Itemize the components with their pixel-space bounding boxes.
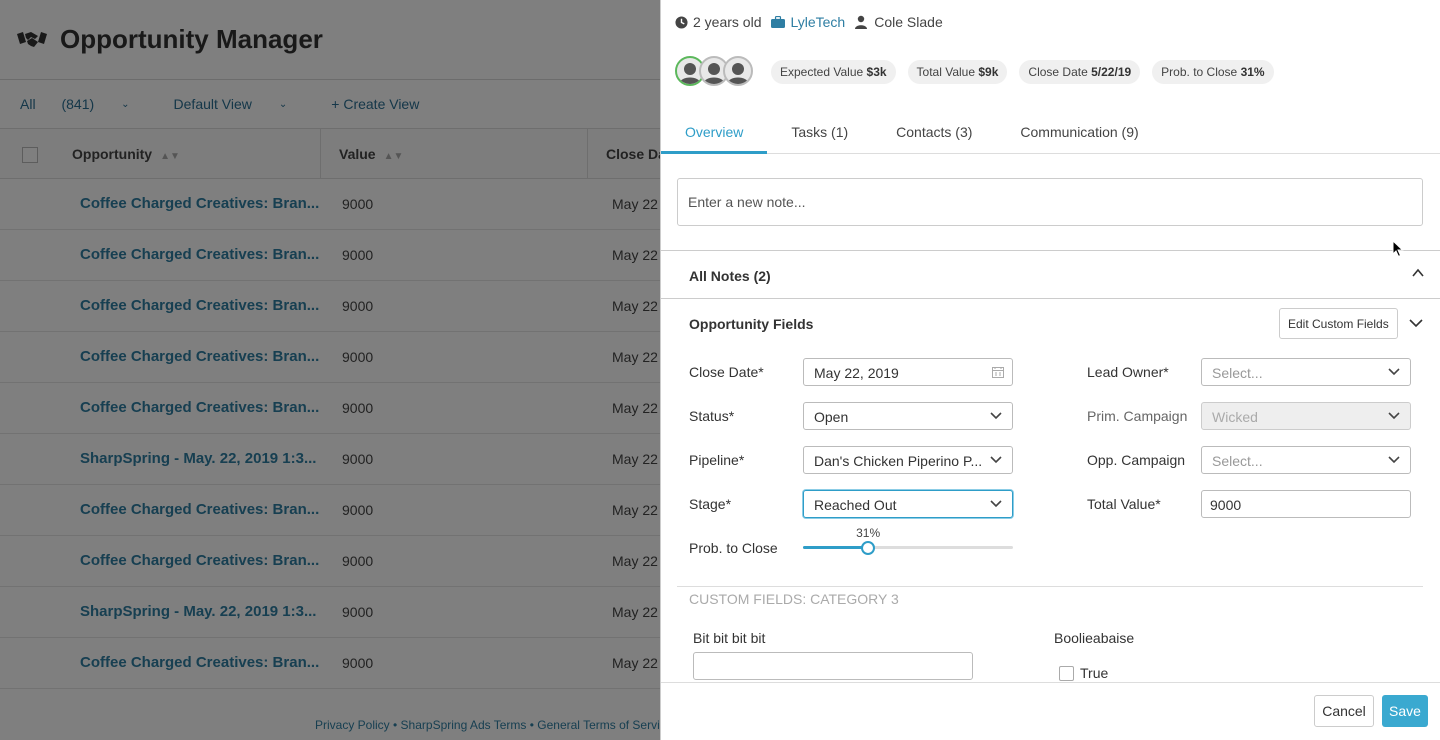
pipeline-label: Pipeline* bbox=[689, 452, 745, 468]
briefcase-icon bbox=[771, 16, 786, 28]
true-checkbox-label: True bbox=[1080, 665, 1109, 681]
expected-value-pill: Expected Value $3k bbox=[771, 60, 896, 84]
close-date-pill: Close Date 5/22/19 bbox=[1019, 60, 1141, 84]
bit-field-input[interactable] bbox=[693, 652, 973, 680]
pipeline-select[interactable]: Dan's Chicken Piperino P... bbox=[803, 446, 1013, 474]
chevron-down-icon bbox=[1388, 368, 1400, 376]
close-date-label: Close Date* bbox=[689, 364, 764, 380]
user-icon bbox=[855, 15, 868, 29]
lead-owner-select[interactable]: Select... bbox=[1201, 358, 1411, 386]
custom-fields-heading: CUSTOM FIELDS: CATEGORY 3 bbox=[689, 591, 899, 607]
total-value-label: Total Value* bbox=[1087, 496, 1161, 512]
opportunity-fields-heading: Opportunity Fields bbox=[689, 316, 814, 332]
drawer-footer: Cancel Save bbox=[661, 682, 1440, 740]
chevron-down-icon bbox=[990, 412, 1002, 420]
status-select[interactable]: Open bbox=[803, 402, 1013, 430]
prob-to-close-label: Prob. to Close bbox=[689, 540, 778, 556]
clock-icon bbox=[675, 15, 688, 29]
bit-field-label: Bit bit bit bit bbox=[693, 630, 766, 646]
prim-campaign-select: Wicked bbox=[1201, 402, 1411, 430]
total-value-input[interactable]: 9000 bbox=[1201, 490, 1411, 518]
total-value-pill: Total Value $9k bbox=[907, 60, 1008, 84]
tab-overview[interactable]: Overview bbox=[661, 112, 768, 154]
opportunity-drawer: 2 years old LyleTech Cole Slade Expected… bbox=[660, 0, 1440, 740]
prob-slider-value: 31% bbox=[856, 526, 881, 540]
tab-communication[interactable]: Communication (9) bbox=[996, 112, 1162, 154]
avatar[interactable] bbox=[723, 56, 753, 86]
mouse-cursor-icon bbox=[1392, 240, 1404, 258]
chevron-down-icon[interactable] bbox=[1409, 316, 1423, 330]
age-text: 2 years old bbox=[693, 14, 762, 30]
lead-owner-label: Lead Owner* bbox=[1087, 364, 1169, 380]
opp-campaign-label: Opp. Campaign bbox=[1087, 452, 1186, 468]
stage-select[interactable]: Reached Out bbox=[803, 490, 1013, 518]
boolieabaise-label: Boolieabaise bbox=[1054, 630, 1135, 646]
prim-campaign-label: Prim. Campaign bbox=[1087, 408, 1188, 424]
stage-label: Stage* bbox=[689, 496, 732, 512]
summary-pills: Expected Value $3k Total Value $9k Close… bbox=[771, 60, 1286, 84]
chevron-down-icon bbox=[990, 500, 1002, 508]
new-note-input[interactable] bbox=[677, 178, 1423, 226]
edit-custom-fields-button[interactable]: Edit Custom Fields bbox=[1279, 308, 1398, 339]
close-date-field[interactable]: May 22, 2019 bbox=[803, 358, 1013, 386]
prob-to-close-pill: Prob. to Close 31% bbox=[1152, 60, 1274, 84]
opp-campaign-select[interactable]: Select... bbox=[1201, 446, 1411, 474]
chevron-down-icon bbox=[1388, 412, 1400, 420]
true-checkbox[interactable] bbox=[1059, 666, 1074, 681]
cancel-button[interactable]: Cancel bbox=[1314, 695, 1374, 727]
chevron-up-icon[interactable] bbox=[1412, 267, 1424, 279]
tab-tasks[interactable]: Tasks (1) bbox=[767, 112, 872, 154]
contact-avatars bbox=[675, 56, 753, 86]
owner-text: Cole Slade bbox=[874, 14, 943, 30]
prob-slider-handle[interactable] bbox=[861, 541, 876, 555]
chevron-down-icon bbox=[990, 456, 1002, 464]
chevron-down-icon bbox=[1388, 456, 1400, 464]
all-notes-heading[interactable]: All Notes (2) bbox=[689, 268, 771, 284]
status-label: Status* bbox=[689, 408, 735, 424]
save-button[interactable]: Save bbox=[1382, 695, 1428, 727]
prob-slider-fill bbox=[803, 546, 869, 549]
drawer-tabs: Overview Tasks (1) Contacts (3) Communic… bbox=[661, 112, 1440, 154]
company-link[interactable]: LyleTech bbox=[790, 14, 845, 30]
tab-contacts[interactable]: Contacts (3) bbox=[872, 112, 996, 154]
opportunity-meta: 2 years old LyleTech Cole Slade bbox=[675, 14, 953, 30]
calendar-icon bbox=[992, 367, 1004, 378]
